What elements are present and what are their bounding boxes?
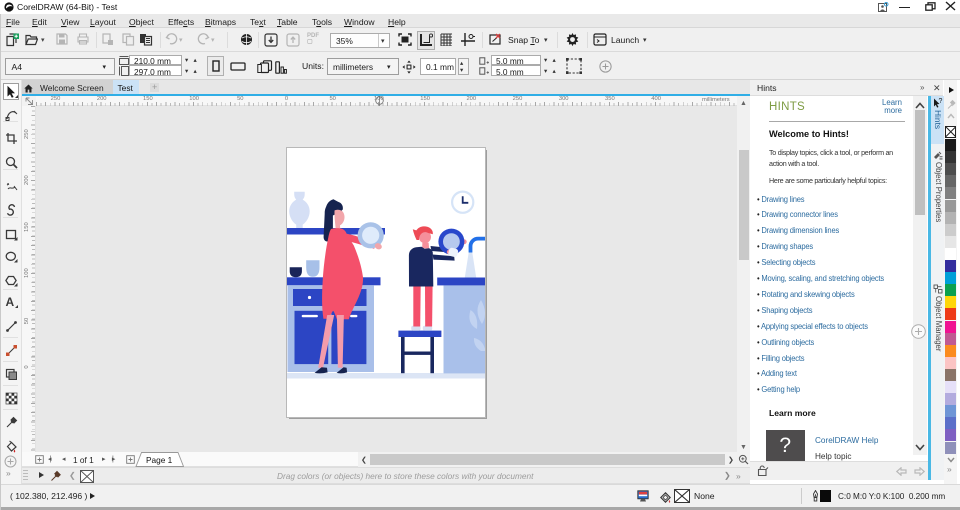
svg-text:?: ? [938,98,942,105]
